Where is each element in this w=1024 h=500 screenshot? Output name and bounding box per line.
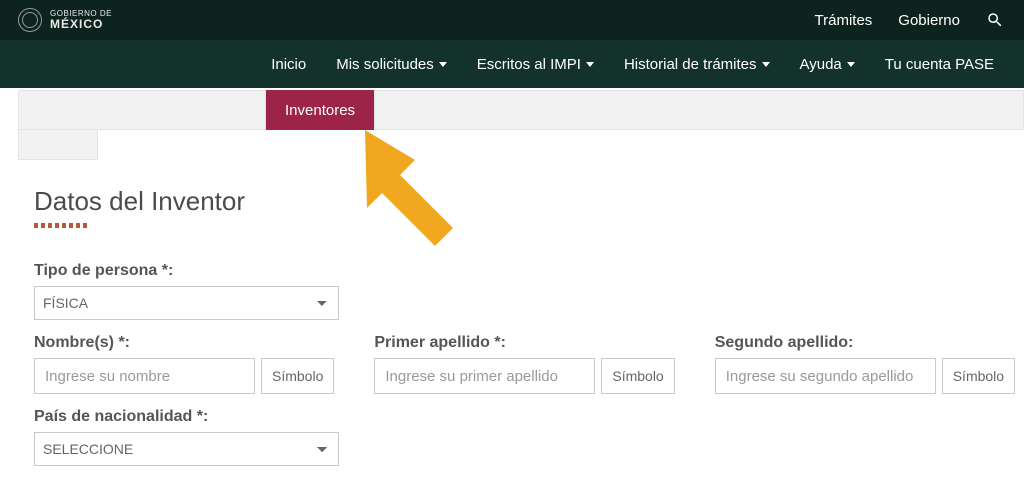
field-segundo-apellido: Segundo apellido: Símbolo bbox=[715, 334, 1015, 394]
tab-placeholder[interactable] bbox=[374, 90, 1024, 130]
label-pais: País de nacionalidad *: bbox=[34, 408, 339, 426]
nav-inicio[interactable]: Inicio bbox=[257, 42, 320, 87]
nav-ayuda[interactable]: Ayuda bbox=[786, 42, 869, 87]
row-names: Nombre(s) *: Símbolo Primer apellido *: … bbox=[34, 334, 990, 394]
chevron-down-icon bbox=[586, 62, 594, 67]
chevron-down-icon bbox=[762, 62, 770, 67]
input-segundo-apellido[interactable] bbox=[715, 358, 936, 394]
field-tipo-persona: Tipo de persona *: FÍSICA bbox=[34, 262, 339, 320]
title-underline bbox=[34, 223, 88, 228]
chevron-down-icon bbox=[847, 62, 855, 67]
tab-placeholder[interactable] bbox=[18, 90, 266, 130]
simbolo-button-primer-apellido[interactable]: Símbolo bbox=[601, 358, 674, 394]
top-links: Trámites Gobierno bbox=[815, 11, 1005, 29]
nav-historial[interactable]: Historial de trámites bbox=[610, 42, 784, 87]
select-tipo-persona[interactable]: FÍSICA bbox=[34, 286, 339, 320]
label-nombre: Nombre(s) *: bbox=[34, 334, 334, 352]
tab-inventores[interactable]: Inventores bbox=[266, 90, 374, 130]
input-primer-apellido[interactable] bbox=[374, 358, 595, 394]
input-nombre[interactable] bbox=[34, 358, 255, 394]
tab-strip: Inventores bbox=[0, 90, 1024, 130]
simbolo-button-nombre[interactable]: Símbolo bbox=[261, 358, 334, 394]
simbolo-button-segundo-apellido[interactable]: Símbolo bbox=[942, 358, 1015, 394]
nav-cuenta[interactable]: Tu cuenta PASE bbox=[871, 42, 1008, 87]
tab-placeholder-row2[interactable] bbox=[18, 130, 98, 160]
field-pais: País de nacionalidad *: SELECCIONE bbox=[34, 408, 339, 466]
gov-label-big: MÉXICO bbox=[50, 18, 112, 30]
nav-solicitudes[interactable]: Mis solicitudes bbox=[322, 42, 461, 87]
field-nombre: Nombre(s) *: Símbolo bbox=[34, 334, 334, 394]
nav-escritos[interactable]: Escritos al IMPI bbox=[463, 42, 608, 87]
label-tipo-persona: Tipo de persona *: bbox=[34, 262, 339, 280]
field-primer-apellido: Primer apellido *: Símbolo bbox=[374, 334, 674, 394]
link-gobierno[interactable]: Gobierno bbox=[898, 12, 960, 29]
gov-logo: GOBIERNO DE MÉXICO bbox=[18, 8, 112, 32]
gov-topbar: GOBIERNO DE MÉXICO Trámites Gobierno bbox=[0, 0, 1024, 40]
label-segundo-apellido: Segundo apellido: bbox=[715, 334, 1015, 352]
label-primer-apellido: Primer apellido *: bbox=[374, 334, 674, 352]
form-panel: Datos del Inventor Tipo de persona *: FÍ… bbox=[0, 160, 1024, 466]
chevron-down-icon bbox=[439, 62, 447, 67]
section-title: Datos del Inventor bbox=[34, 186, 990, 217]
mexico-seal-icon bbox=[18, 8, 42, 32]
search-icon[interactable] bbox=[986, 11, 1004, 29]
select-pais[interactable]: SELECCIONE bbox=[34, 432, 339, 466]
link-tramites[interactable]: Trámites bbox=[815, 12, 873, 29]
main-nav: Inicio Mis solicitudes Escritos al IMPI … bbox=[0, 40, 1024, 88]
gov-logo-text: GOBIERNO DE MÉXICO bbox=[50, 10, 112, 30]
